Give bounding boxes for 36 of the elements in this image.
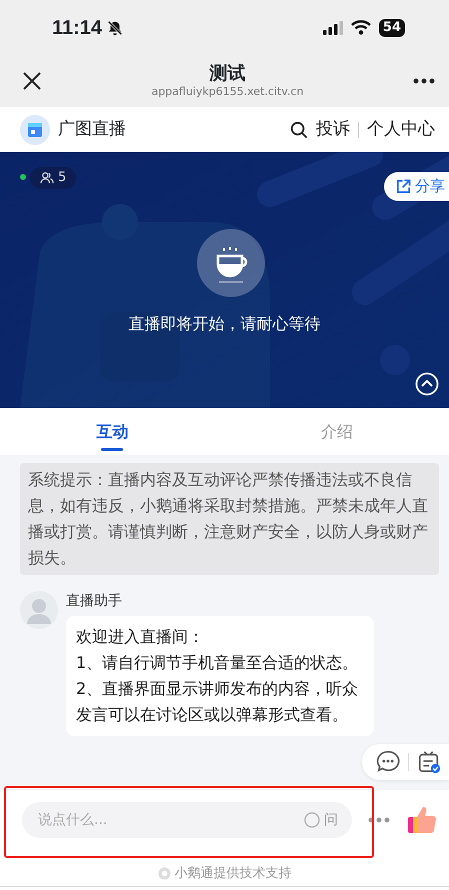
share-button[interactable]: 分享	[384, 172, 449, 200]
coffee-cup-icon	[197, 229, 265, 297]
close-icon[interactable]	[22, 71, 42, 91]
video-status-text: 直播即将开始，请耐心等待	[128, 313, 322, 335]
battery-indicator: 54	[378, 18, 405, 36]
muted-bell-icon	[106, 18, 124, 36]
chat-bubble-icon[interactable]	[376, 750, 400, 774]
ask-radio[interactable]	[304, 812, 320, 828]
signal-icon	[322, 20, 343, 34]
message-line: 欢迎进入直播间：	[76, 626, 205, 648]
brand-logo-icon	[158, 867, 170, 880]
share-icon	[396, 178, 411, 194]
viewer-count: 5	[30, 167, 76, 188]
sender-name: 直播助手	[66, 592, 123, 611]
shop-logo-icon	[20, 114, 50, 144]
message-line: 2、直播界面显示讲师发布的内容，听众发言可以在讨论区或以弹幕形式查看。	[76, 678, 360, 726]
tab[interactable]: 互动	[0, 408, 224, 455]
site-name: 广图直播	[58, 118, 126, 141]
header-link[interactable]: 投诉	[316, 116, 350, 142]
collapse-icon[interactable]	[415, 372, 439, 396]
page-url: appafluiykp6155.xet.citv.cn	[151, 85, 304, 99]
page-title: 测试	[208, 63, 246, 85]
checklist-icon[interactable]	[417, 750, 441, 774]
avatar	[20, 591, 58, 629]
more-icon[interactable]	[413, 78, 435, 84]
message-line: 1、请自行调节手机音量至合适的状态。	[76, 652, 360, 674]
search-icon[interactable]	[290, 120, 308, 138]
ask-label: 问	[324, 810, 338, 830]
comment-input[interactable]: 说点什么...	[36, 808, 300, 832]
system-notice: 系统提示：直播内容及互动评论严禁传播违法或不良信息，如有违反，小鹅通将采取封禁措施。严禁未成年人直播或打赏。请谨慎判断，注意财产安全，以防人身或财产损失。	[20, 463, 439, 575]
support-text: 小鹅通提供技术支持	[174, 865, 292, 883]
header-link[interactable]: 个人中心	[367, 116, 435, 142]
people-icon	[40, 172, 54, 184]
wifi-icon	[350, 20, 371, 35]
status-time: 11:14	[52, 16, 102, 40]
thumbs-up-icon[interactable]	[406, 804, 438, 836]
